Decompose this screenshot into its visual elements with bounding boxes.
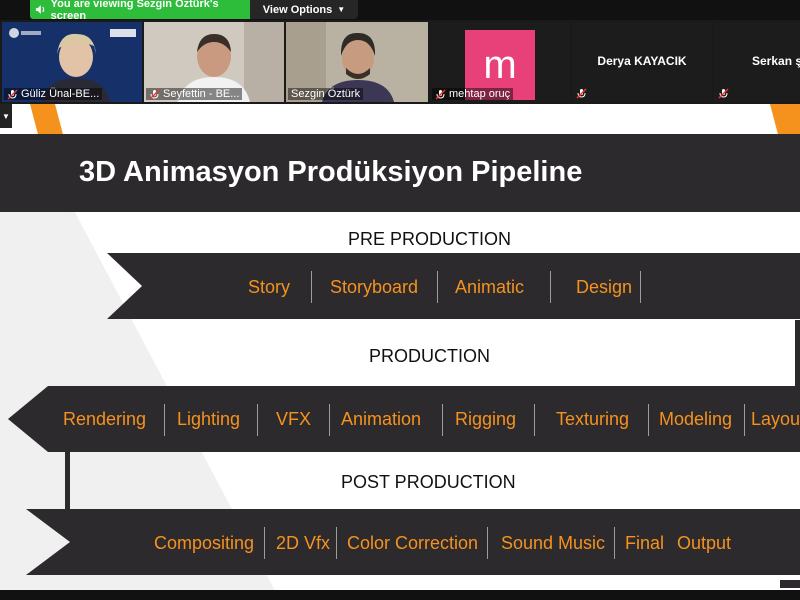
pipeline-step: Rigging bbox=[455, 409, 517, 429]
separator bbox=[329, 404, 330, 436]
participant-tile[interactable]: m mehtap oruç bbox=[430, 22, 570, 102]
participant-tile[interactable]: Serkan ş bbox=[714, 22, 800, 102]
view-options-label: View Options bbox=[262, 3, 333, 16]
separator bbox=[164, 404, 165, 436]
participant-name-label: Güliz Ünal-BE... bbox=[4, 88, 103, 100]
pipeline-step: Final bbox=[625, 533, 665, 553]
participant-tile-active-speaker[interactable]: Sezgin Öztürk bbox=[286, 22, 428, 102]
pipeline-step: Output bbox=[677, 533, 732, 553]
post-production-label: POST PRODUCTION bbox=[341, 472, 516, 492]
viewing-screen-indicator: You are viewing Sezgin Öztürk's screen bbox=[30, 0, 250, 22]
separator bbox=[648, 404, 649, 436]
participant-name-display: Serkan ş bbox=[752, 54, 800, 68]
separator bbox=[534, 404, 535, 436]
pre-production-label: PRE PRODUCTION bbox=[348, 229, 512, 249]
pipeline-step: Sound Music bbox=[501, 533, 606, 553]
viewing-screen-text: You are viewing Sezgin Öztürk's screen bbox=[50, 0, 219, 22]
separator bbox=[264, 527, 265, 559]
pipeline-step: Texturing bbox=[556, 409, 630, 429]
pipeline-step: Layou bbox=[751, 409, 800, 429]
production-label: PRODUCTION bbox=[369, 346, 490, 366]
participant-tile[interactable]: Seyfettin - BE... bbox=[144, 22, 284, 102]
slide-title: 3D Animasyon Prodüksiyon Pipeline bbox=[79, 156, 583, 188]
separator bbox=[311, 271, 312, 303]
mic-muted-icon bbox=[718, 88, 729, 99]
view-options-button[interactable]: View Options ▼ bbox=[250, 0, 358, 19]
participant-name-label: Seyfettin - BE... bbox=[146, 88, 243, 100]
separator bbox=[744, 404, 745, 436]
pipeline-step: VFX bbox=[276, 409, 312, 429]
collapse-toggle-button[interactable]: ▼ bbox=[0, 104, 12, 128]
pipeline-step: Design bbox=[576, 277, 633, 297]
meeting-controls-bar bbox=[0, 590, 800, 600]
separator bbox=[550, 271, 551, 303]
mic-muted-icon bbox=[7, 88, 18, 100]
pipeline-step: Story bbox=[248, 277, 291, 297]
pipeline-step: Lighting bbox=[177, 409, 241, 429]
participant-name-label: Sezgin Öztürk bbox=[288, 88, 364, 100]
participant-strip: Güliz Ünal-BE... Seyfettin - BE... Sezgi… bbox=[0, 20, 800, 104]
participant-tile[interactable]: Güliz Ünal-BE... bbox=[2, 22, 142, 102]
pipeline-step: Color Correction bbox=[347, 533, 479, 553]
mic-muted-icon bbox=[576, 88, 587, 99]
separator bbox=[442, 404, 443, 436]
shared-screen-slide: 3D Animasyon Prodüksiyon Pipeline PRE PR… bbox=[0, 104, 800, 600]
separator bbox=[437, 271, 438, 303]
separator bbox=[640, 271, 641, 303]
separator bbox=[336, 527, 337, 559]
pipeline-step: Animation bbox=[341, 409, 422, 429]
share-banner: You are viewing Sezgin Öztürk's screen V… bbox=[0, 0, 800, 22]
pipeline-step: Modeling bbox=[659, 409, 733, 429]
pipeline-step: Storyboard bbox=[330, 277, 419, 297]
mic-muted-icon bbox=[149, 88, 160, 100]
pipeline-step: Compositing bbox=[154, 533, 255, 553]
participant-tile[interactable]: Derya KAYACIK bbox=[572, 22, 712, 102]
pipeline-step: 2D Vfx bbox=[276, 533, 331, 553]
pipeline-step: Animatic bbox=[455, 277, 525, 297]
participant-name-display: Derya KAYACIK bbox=[597, 54, 687, 68]
speaker-icon bbox=[35, 5, 45, 14]
chevron-down-icon: ▼ bbox=[337, 5, 346, 14]
separator bbox=[614, 527, 615, 559]
mic-muted-icon bbox=[435, 88, 446, 100]
separator bbox=[487, 527, 488, 559]
zoom-meeting-window: You are viewing Sezgin Öztürk's screen V… bbox=[0, 0, 800, 600]
participant-name-label: mehtap oruç bbox=[432, 88, 514, 100]
pipeline-step: Rendering bbox=[63, 409, 147, 429]
separator bbox=[257, 404, 258, 436]
